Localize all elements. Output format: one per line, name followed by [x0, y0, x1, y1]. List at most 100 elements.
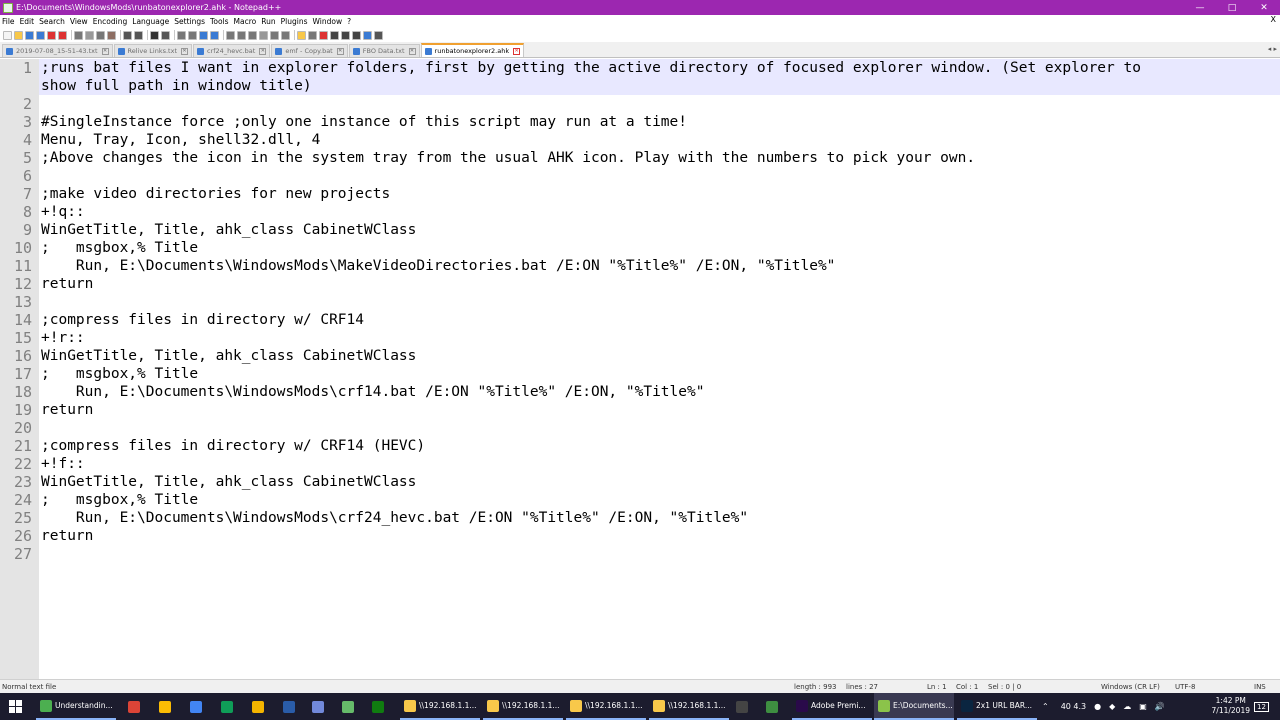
code-line[interactable]: 23 WinGetTitle, Title, ahk_class CabinetW…	[0, 473, 1280, 491]
line-text[interactable]: Run, E:\Documents\WindowsMods\crf14.bat …	[41, 383, 705, 401]
code-line[interactable]: 27	[0, 545, 1280, 563]
code-line[interactable]: 24 ; msgbox,% Title	[0, 491, 1280, 509]
close-all-icon[interactable]	[58, 30, 67, 40]
tab-close-icon[interactable]: ✕	[259, 47, 267, 55]
line-text[interactable]: return	[41, 275, 93, 293]
taskbar-item-app[interactable]	[338, 693, 360, 720]
cut-icon[interactable]	[85, 30, 94, 40]
line-text[interactable]: Run, E:\Documents\WindowsMods\crf24_hevc…	[41, 509, 748, 527]
menu-plugins[interactable]: Plugins	[281, 17, 308, 26]
doc-map-icon[interactable]	[270, 30, 279, 40]
maximize-button[interactable]: □	[1216, 0, 1248, 15]
menu-tools[interactable]: Tools	[210, 17, 228, 26]
line-text[interactable]: +!f::	[41, 455, 85, 473]
status-eol[interactable]: Windows (CR LF)	[1101, 683, 1160, 691]
code-line[interactable]: 5 ;Above changes the icon in the system t…	[0, 149, 1280, 167]
folder-workspace-icon[interactable]	[297, 30, 306, 40]
code-line[interactable]: 12 return	[0, 275, 1280, 293]
menu-macro[interactable]: Macro	[234, 17, 257, 26]
run-macro-icon[interactable]	[352, 30, 361, 40]
tab-crf24-hevc-bat[interactable]: crf24_hevc.bat ✕	[193, 44, 271, 57]
find-icon[interactable]	[150, 30, 159, 40]
menu-encoding[interactable]: Encoding	[93, 17, 128, 26]
taskbar-item-sheets[interactable]	[217, 693, 239, 720]
code-line[interactable]: 1 ;runs bat files I want in explorer fold…	[0, 59, 1280, 77]
zoom-out-icon[interactable]	[188, 30, 197, 40]
sync-v-icon[interactable]	[199, 30, 208, 40]
taskbar-item-xbox[interactable]	[368, 693, 390, 720]
line-text[interactable]: +!r::	[41, 329, 85, 347]
redo-icon[interactable]	[134, 30, 143, 40]
tab-close-icon[interactable]: ✕	[408, 47, 416, 55]
menu-edit[interactable]: Edit	[20, 17, 35, 26]
line-text[interactable]: Run, E:\Documents\WindowsMods\MakeVideoD…	[41, 257, 836, 275]
tab-emf-copy-bat[interactable]: emf - Copy.bat ✕	[271, 44, 348, 57]
menu-file[interactable]: File	[2, 17, 15, 26]
function-list-icon[interactable]	[281, 30, 290, 40]
spellcheck-icon[interactable]	[374, 30, 383, 40]
code-line[interactable]: 2	[0, 95, 1280, 113]
code-line[interactable]: 14 ;compress files in directory w/ CRF14	[0, 311, 1280, 329]
word-wrap-icon[interactable]	[226, 30, 235, 40]
tab-fbo-data-txt[interactable]: FBO Data.txt ✕	[348, 44, 420, 57]
open-file-icon[interactable]	[14, 30, 23, 40]
taskbar-item-folder[interactable]: \\192.168.1.1...	[400, 693, 480, 720]
code-line[interactable]: 19 return	[0, 401, 1280, 419]
sync-h-icon[interactable]	[210, 30, 219, 40]
code-line[interactable]: 17 ; msgbox,% Title	[0, 365, 1280, 383]
taskbar-item-rl[interactable]	[762, 693, 784, 720]
save-macro-icon[interactable]	[363, 30, 372, 40]
tab-2019-07-08-15-51-43-txt[interactable]: 2019-07-08_15-51-43.txt ✕	[2, 44, 113, 57]
code-line[interactable]: 8 +!q::	[0, 203, 1280, 221]
code-line[interactable]: 10 ; msgbox,% Title	[0, 239, 1280, 257]
taskbar-item-slides[interactable]	[248, 693, 270, 720]
tab-close-icon[interactable]: ✕	[513, 47, 521, 55]
code-line[interactable]: 21 ;compress files in directory w/ CRF14 …	[0, 437, 1280, 455]
taskbar-item-docs[interactable]	[186, 693, 208, 720]
line-text[interactable]: ; msgbox,% Title	[41, 239, 198, 257]
stop-macro-icon[interactable]	[330, 30, 339, 40]
taskbar-item-powershell[interactable]	[279, 693, 301, 720]
taskbar-item-folder[interactable]: \\192.168.1.1...	[649, 693, 729, 720]
tab-relive-links-txt[interactable]: Relive Links.txt ✕	[113, 44, 193, 57]
menu-settings[interactable]: Settings	[174, 17, 205, 26]
clock[interactable]: 1:42 PM 7/11/2019	[1212, 696, 1250, 716]
code-line[interactable]: 6	[0, 167, 1280, 185]
line-text[interactable]: show full path in window title)	[41, 77, 312, 95]
udl-icon[interactable]	[259, 30, 268, 40]
taskbar-item-notepadpp[interactable]: E:\Documents...	[874, 693, 954, 720]
line-text[interactable]: +!q::	[41, 203, 85, 221]
code-line[interactable]: 25 Run, E:\Documents\WindowsMods\crf24_h…	[0, 509, 1280, 527]
line-text[interactable]: return	[41, 527, 93, 545]
new-file-icon[interactable]	[3, 30, 12, 40]
line-text[interactable]: ;compress files in directory w/ CRF14 (H…	[41, 437, 425, 455]
taskbar-item-obs[interactable]	[732, 693, 754, 720]
menu-window[interactable]: Window	[313, 17, 343, 26]
editor[interactable]: 1 ;runs bat files I want in explorer fold…	[0, 59, 1280, 679]
code-line[interactable]: 15 +!r::	[0, 329, 1280, 347]
taskbar-item-photoshop[interactable]: 2x1 URL BAR...	[957, 693, 1037, 720]
notifications-button[interactable]: 12	[1254, 693, 1269, 720]
code-line[interactable]: 13	[0, 293, 1280, 311]
code-line[interactable]: 3 #SingleInstance force ;only one instanc…	[0, 113, 1280, 131]
indent-guide-icon[interactable]	[248, 30, 257, 40]
line-text[interactable]: ;Above changes the icon in the system tr…	[41, 149, 975, 167]
tab-close-icon[interactable]: ✕	[181, 47, 189, 55]
line-text[interactable]: WinGetTitle, Title, ahk_class CabinetWCl…	[41, 347, 416, 365]
line-text[interactable]: ;compress files in directory w/ CRF14	[41, 311, 364, 329]
taskbar-item-chrome[interactable]	[124, 693, 146, 720]
line-text[interactable]: return	[41, 401, 93, 419]
line-text[interactable]: WinGetTitle, Title, ahk_class CabinetWCl…	[41, 221, 416, 239]
code-line[interactable]: 7 ;make video directories for new project…	[0, 185, 1280, 203]
code-line[interactable]: 22 +!f::	[0, 455, 1280, 473]
code-line[interactable]: show full path in window title)	[0, 77, 1280, 95]
start-button[interactable]	[0, 693, 30, 720]
taskbar-item-premiere[interactable]: Adobe Premi...	[792, 693, 872, 720]
code-line[interactable]: 4 Menu, Tray, Icon, shell32.dll, 4	[0, 131, 1280, 149]
close-icon[interactable]	[47, 30, 56, 40]
all-chars-icon[interactable]	[237, 30, 246, 40]
line-text[interactable]: #SingleInstance force ;only one instance…	[41, 113, 687, 131]
line-text[interactable]: Menu, Tray, Icon, shell32.dll, 4	[41, 131, 320, 149]
code-line[interactable]: 18 Run, E:\Documents\WindowsMods\crf14.b…	[0, 383, 1280, 401]
copy-icon[interactable]	[96, 30, 105, 40]
